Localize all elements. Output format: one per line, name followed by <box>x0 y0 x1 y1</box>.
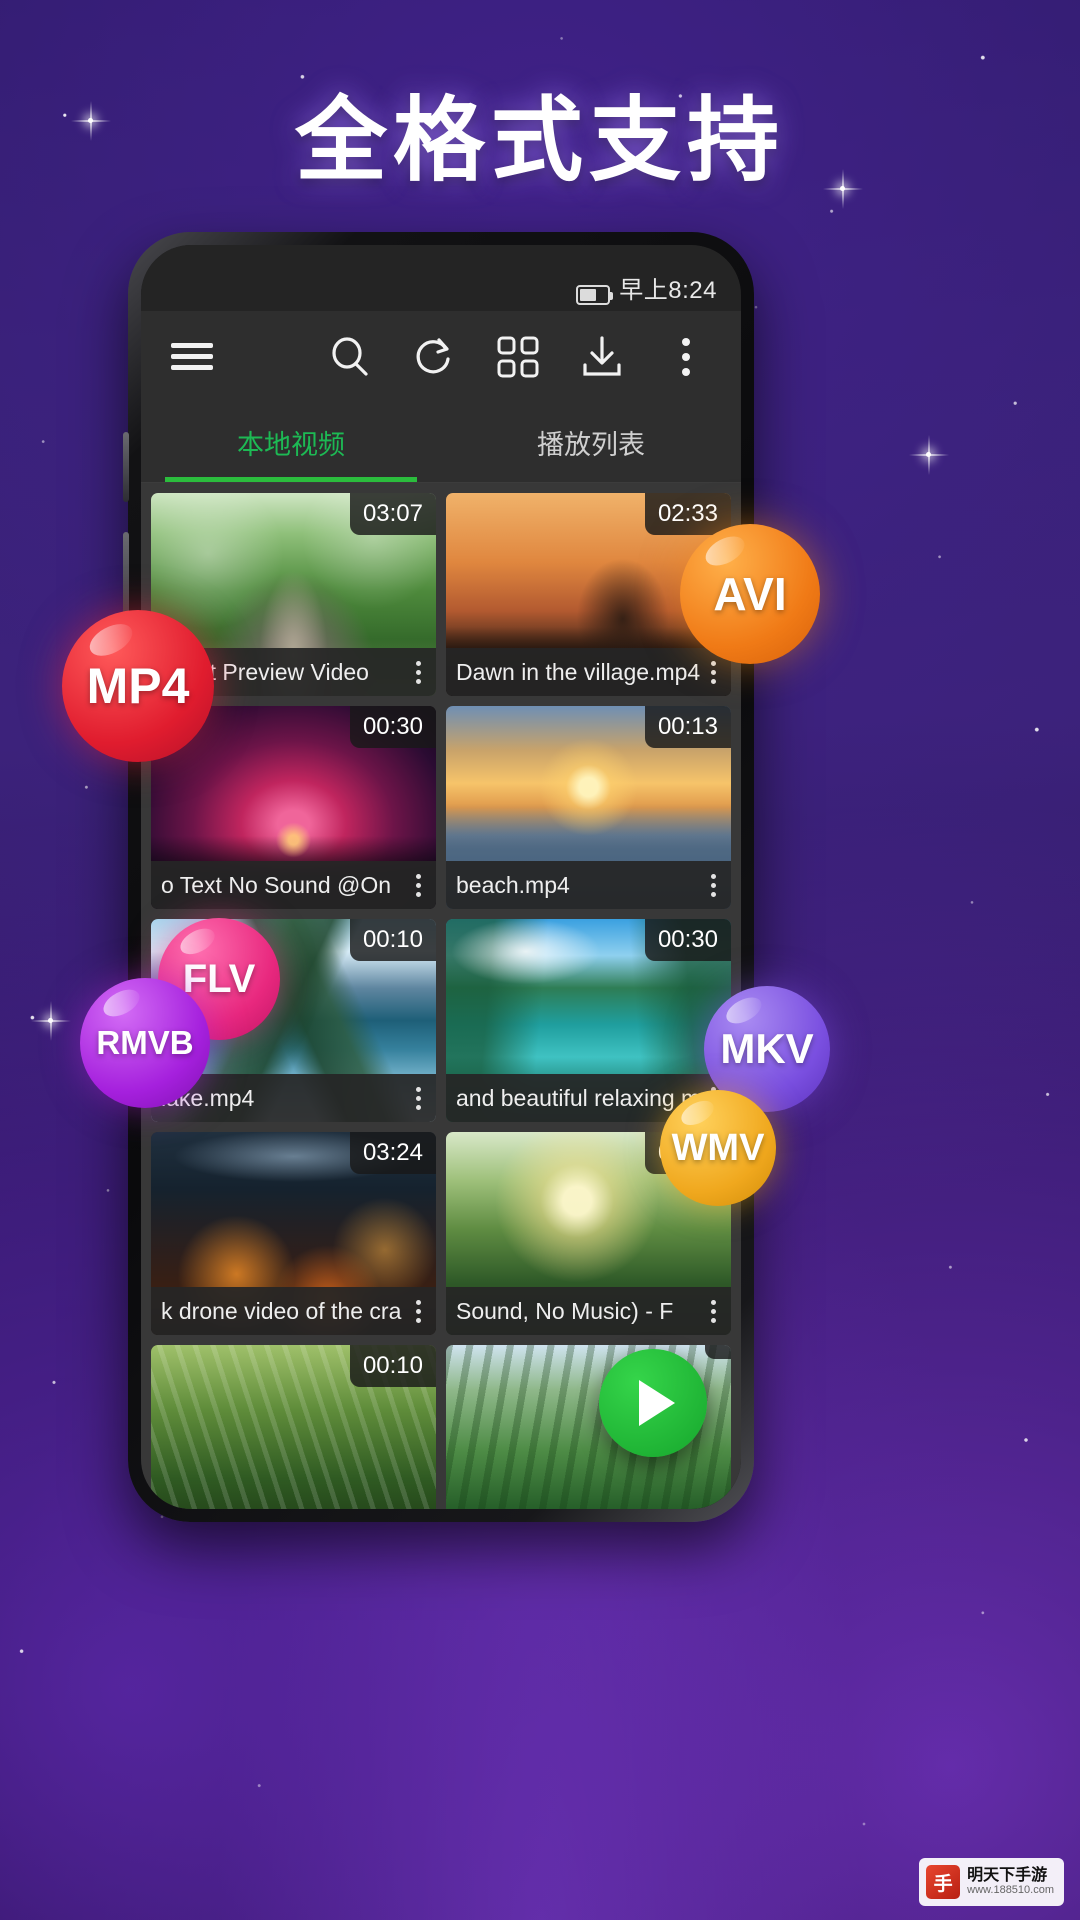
search-icon[interactable] <box>321 328 379 386</box>
format-bubble-mp4: MP4 <box>62 610 214 762</box>
watermark-logo-icon: 手 <box>926 1865 961 1899</box>
watermark-site-name: 明天下手游 <box>967 1867 1048 1885</box>
video-overflow-icon[interactable] <box>701 868 725 902</box>
video-title: lake.mp4 <box>161 1084 255 1111</box>
video-card[interactable]: 00:30 and beautiful relaxing m <box>446 919 731 1122</box>
watermark-site-url: www.188510.com <box>967 1883 1054 1896</box>
video-card[interactable]: 00:10 <box>151 1345 436 1509</box>
video-title: k drone video of the cra <box>161 1297 402 1324</box>
format-bubble-wmv: WMV <box>660 1090 776 1206</box>
video-duration: 00:30 <box>349 706 436 748</box>
video-title: Sound, No Music) - F <box>456 1297 674 1324</box>
decorative-star <box>31 1001 71 1041</box>
video-duration: 00:10 <box>349 919 436 961</box>
tab-playlist[interactable]: 播放列表 <box>441 403 741 482</box>
tab-local-videos[interactable]: 本地视频 <box>141 403 441 482</box>
phone-screen: 早上8:24 本地视频 播放列表 03:07 Short Preview Vid… <box>141 245 741 1509</box>
video-overflow-icon[interactable] <box>406 1294 430 1328</box>
format-bubble-avi: AVI <box>680 524 820 664</box>
menu-icon[interactable] <box>163 328 221 386</box>
video-overflow-icon[interactable] <box>701 1294 725 1328</box>
video-card[interactable]: 00:13 beach.mp4 <box>446 706 731 909</box>
video-duration: 03:07 <box>349 493 436 535</box>
decorative-star <box>909 435 949 475</box>
tab-bar: 本地视频 播放列表 <box>141 403 741 483</box>
download-icon[interactable] <box>573 328 631 386</box>
video-caption: k drone video of the cra <box>151 1287 436 1335</box>
phone-mockup: 早上8:24 本地视频 播放列表 03:07 Short Preview Vid… <box>123 232 754 1522</box>
video-overflow-icon[interactable] <box>701 655 725 689</box>
video-duration: 00:13 <box>644 706 731 748</box>
battery-icon <box>576 285 614 305</box>
refresh-icon[interactable] <box>405 328 463 386</box>
video-overflow-icon[interactable] <box>406 868 430 902</box>
video-title: beach.mp4 <box>456 871 570 898</box>
video-caption: Sound, No Music) - F <box>446 1287 731 1335</box>
video-duration: 00:10 <box>349 1345 436 1387</box>
overflow-icon[interactable] <box>657 328 715 386</box>
video-overflow-icon[interactable] <box>406 655 430 689</box>
play-fab[interactable] <box>599 1349 707 1457</box>
video-caption: o Text No Sound @On <box>151 861 436 909</box>
grid-view-icon[interactable] <box>489 328 547 386</box>
video-title: Dawn in the village.mp4 <box>456 658 701 685</box>
video-card[interactable]: 03:24 k drone video of the cra <box>151 1132 436 1335</box>
play-icon <box>639 1380 675 1426</box>
video-overflow-icon[interactable] <box>406 1081 430 1115</box>
video-caption: Dawn in the village.mp4 <box>446 648 731 696</box>
video-duration: 00:30 <box>644 919 731 961</box>
format-bubble-rmvb: RMVB <box>80 978 210 1108</box>
video-duration <box>705 1345 731 1359</box>
app-toolbar <box>141 311 741 403</box>
video-caption: beach.mp4 <box>446 861 731 909</box>
status-bar: 早上8:24 <box>141 245 741 311</box>
site-watermark: 手 明天下手游 www.188510.com <box>919 1858 1064 1906</box>
video-duration: 02:33 <box>644 493 731 535</box>
video-title: and beautiful relaxing m <box>456 1084 701 1111</box>
video-title: o Text No Sound @On <box>161 871 392 898</box>
status-bar-time: 早上8:24 <box>619 277 717 304</box>
page-title: 全格式支持 <box>294 87 785 194</box>
video-duration: 03:24 <box>349 1132 436 1174</box>
